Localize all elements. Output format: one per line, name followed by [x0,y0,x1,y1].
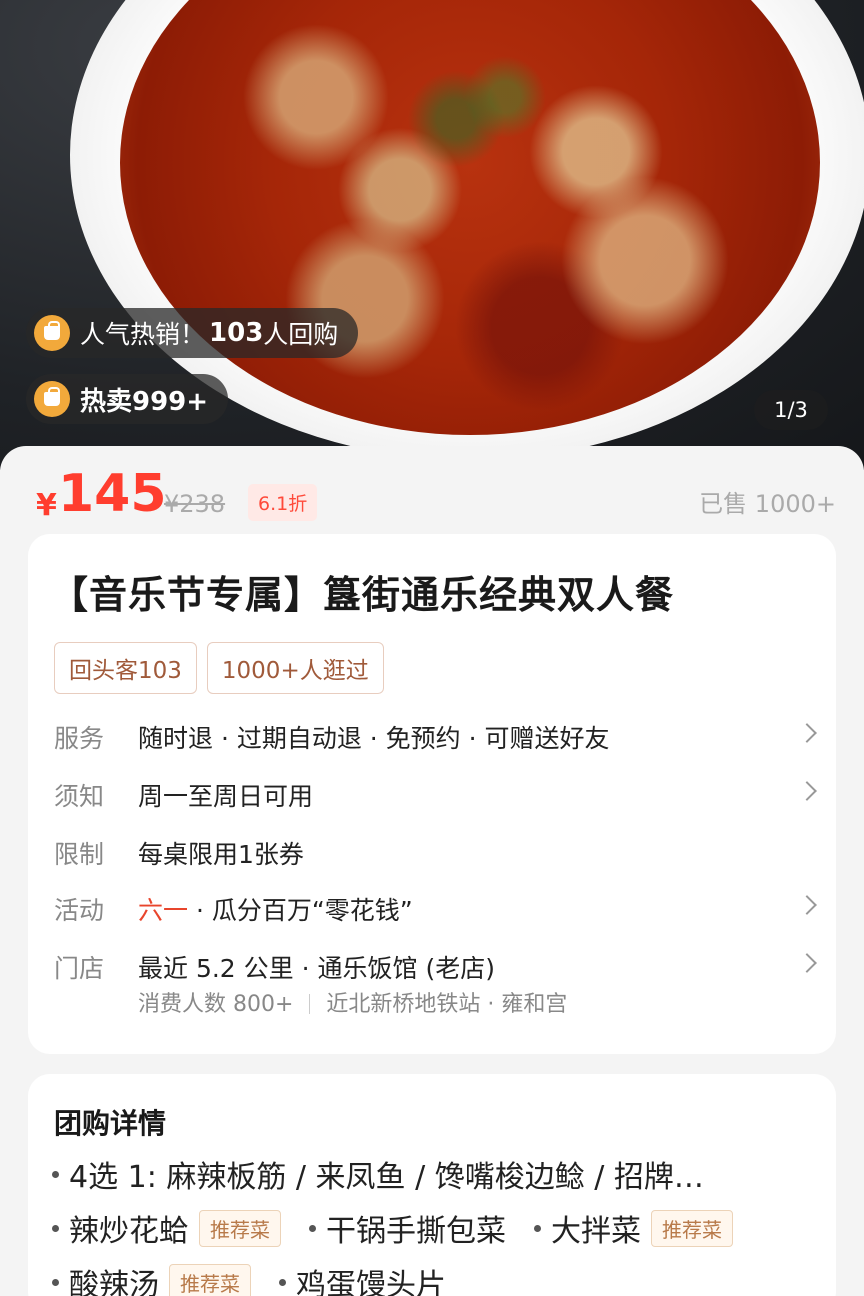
activity-value: 六一 · 瓜分百万“零花钱” [138,891,413,927]
price-row: ¥ 145 ¥238 6.1折 已售 1000+ [36,464,836,528]
group-deal-details-card: 团购详情 4选 1: 麻辣板筋 / 来凤鱼 / 馋嘴梭边鲶 / 招牌… 辣炒花蛤… [28,1074,836,1296]
original-price: ¥238 [164,490,226,518]
discount-badge: 6.1折 [248,484,318,521]
current-price: 145 [58,464,167,524]
activity-text: · 瓜分百万“零花钱” [188,896,413,925]
store-consumers: 消费人数 800+ [138,992,294,1017]
chevron-right-icon [797,953,817,973]
chevron-right-icon [797,723,817,743]
chevron-right-icon [797,895,817,915]
shopping-bag-icon [34,315,70,351]
dish-item: 酸辣汤 [69,1268,159,1296]
sold-count: 已售 1000+ [699,490,836,518]
activity-row[interactable]: 活动 六一 · 瓜分百万“零花钱” [54,884,817,934]
bullet [52,1170,59,1178]
bullet [52,1278,59,1286]
bullet [279,1278,286,1286]
popular-badge-prefix: 人气热销！ [80,320,206,349]
store-subinfo: 消费人数 800+ 近北新桥地铁站 · 雍和宫 [138,986,567,1018]
tag-visitors: 1000+人逛过 [206,642,384,694]
service-value: 随时退 · 过期自动退 · 免预约 · 可赠送好友 [138,724,610,753]
dish-item: 鸡蛋馒头片 [296,1268,446,1296]
deal-tags: 回头客103 1000+人逛过 [54,642,384,694]
limit-value: 每桌限用1张券 [138,840,304,869]
store-value: 最近 5.2 公里 · 通乐饭馆 (老店) [138,954,495,983]
notice-value: 周一至周日可用 [138,782,314,811]
notice-key: 须知 [54,782,105,811]
hot-sale-badge: 热卖999+ [26,374,229,424]
shopping-bag-icon [34,381,70,417]
details-line-choice: 4选 1: 麻辣板筋 / 来凤鱼 / 馋嘴梭边鲶 / 招牌… [52,1152,704,1196]
bullet [52,1224,59,1232]
divider [309,994,311,1014]
store-key: 门店 [54,954,105,983]
notice-row[interactable]: 须知 周一至周日可用 [54,770,817,820]
hot-sale-label: 热卖999+ [80,386,209,417]
dish-item: 干锅手撕包菜 [326,1214,506,1249]
recommended-badge: 推荐菜 [199,1209,281,1247]
tag-returning-customers: 回头客103 [54,642,197,694]
service-key: 服务 [54,724,105,753]
popular-badge: 人气热销！ 103 人回购 [26,308,359,358]
popular-badge-count: 103 [209,318,264,348]
bullet [309,1224,316,1232]
activity-key: 活动 [54,896,105,925]
dish-item: 大拌菜 [551,1214,641,1249]
store-row[interactable]: 门店 最近 5.2 公里 · 通乐饭馆 (老店) [54,942,817,992]
limit-row: 限制 每桌限用1张券 [54,828,814,878]
recommended-badge: 推荐菜 [651,1209,733,1247]
image-pager: 1/3 [754,390,828,430]
bullet [534,1224,541,1232]
details-title: 团购详情 [54,1107,167,1140]
chevron-right-icon [797,781,817,801]
details-line-3: 酸辣汤 推荐菜 鸡蛋馒头片 [52,1260,446,1296]
limit-key: 限制 [54,840,105,869]
activity-highlight: 六一 [138,896,189,925]
service-row[interactable]: 服务 随时退 · 过期自动退 · 免预约 · 可赠送好友 [54,712,817,762]
deal-info-card: 【音乐节专属】簋街通乐经典双人餐 回头客103 1000+人逛过 服务 随时退 … [28,534,836,1054]
recommended-badge: 推荐菜 [169,1263,251,1296]
choice-text: 4选 1: 麻辣板筋 / 来凤鱼 / 馋嘴梭边鲶 / 招牌… [69,1160,704,1195]
dish-item: 辣炒花蛤 [69,1214,189,1249]
deal-title: 【音乐节专属】簋街通乐经典双人餐 [50,573,675,617]
store-location: 近北新桥地铁站 · 雍和宫 [326,992,568,1017]
currency-symbol: ¥ [36,488,57,523]
popular-badge-suffix: 人回购 [263,320,339,349]
details-line-2: 辣炒花蛤 推荐菜 干锅手撕包菜 大拌菜 推荐菜 [52,1206,733,1250]
